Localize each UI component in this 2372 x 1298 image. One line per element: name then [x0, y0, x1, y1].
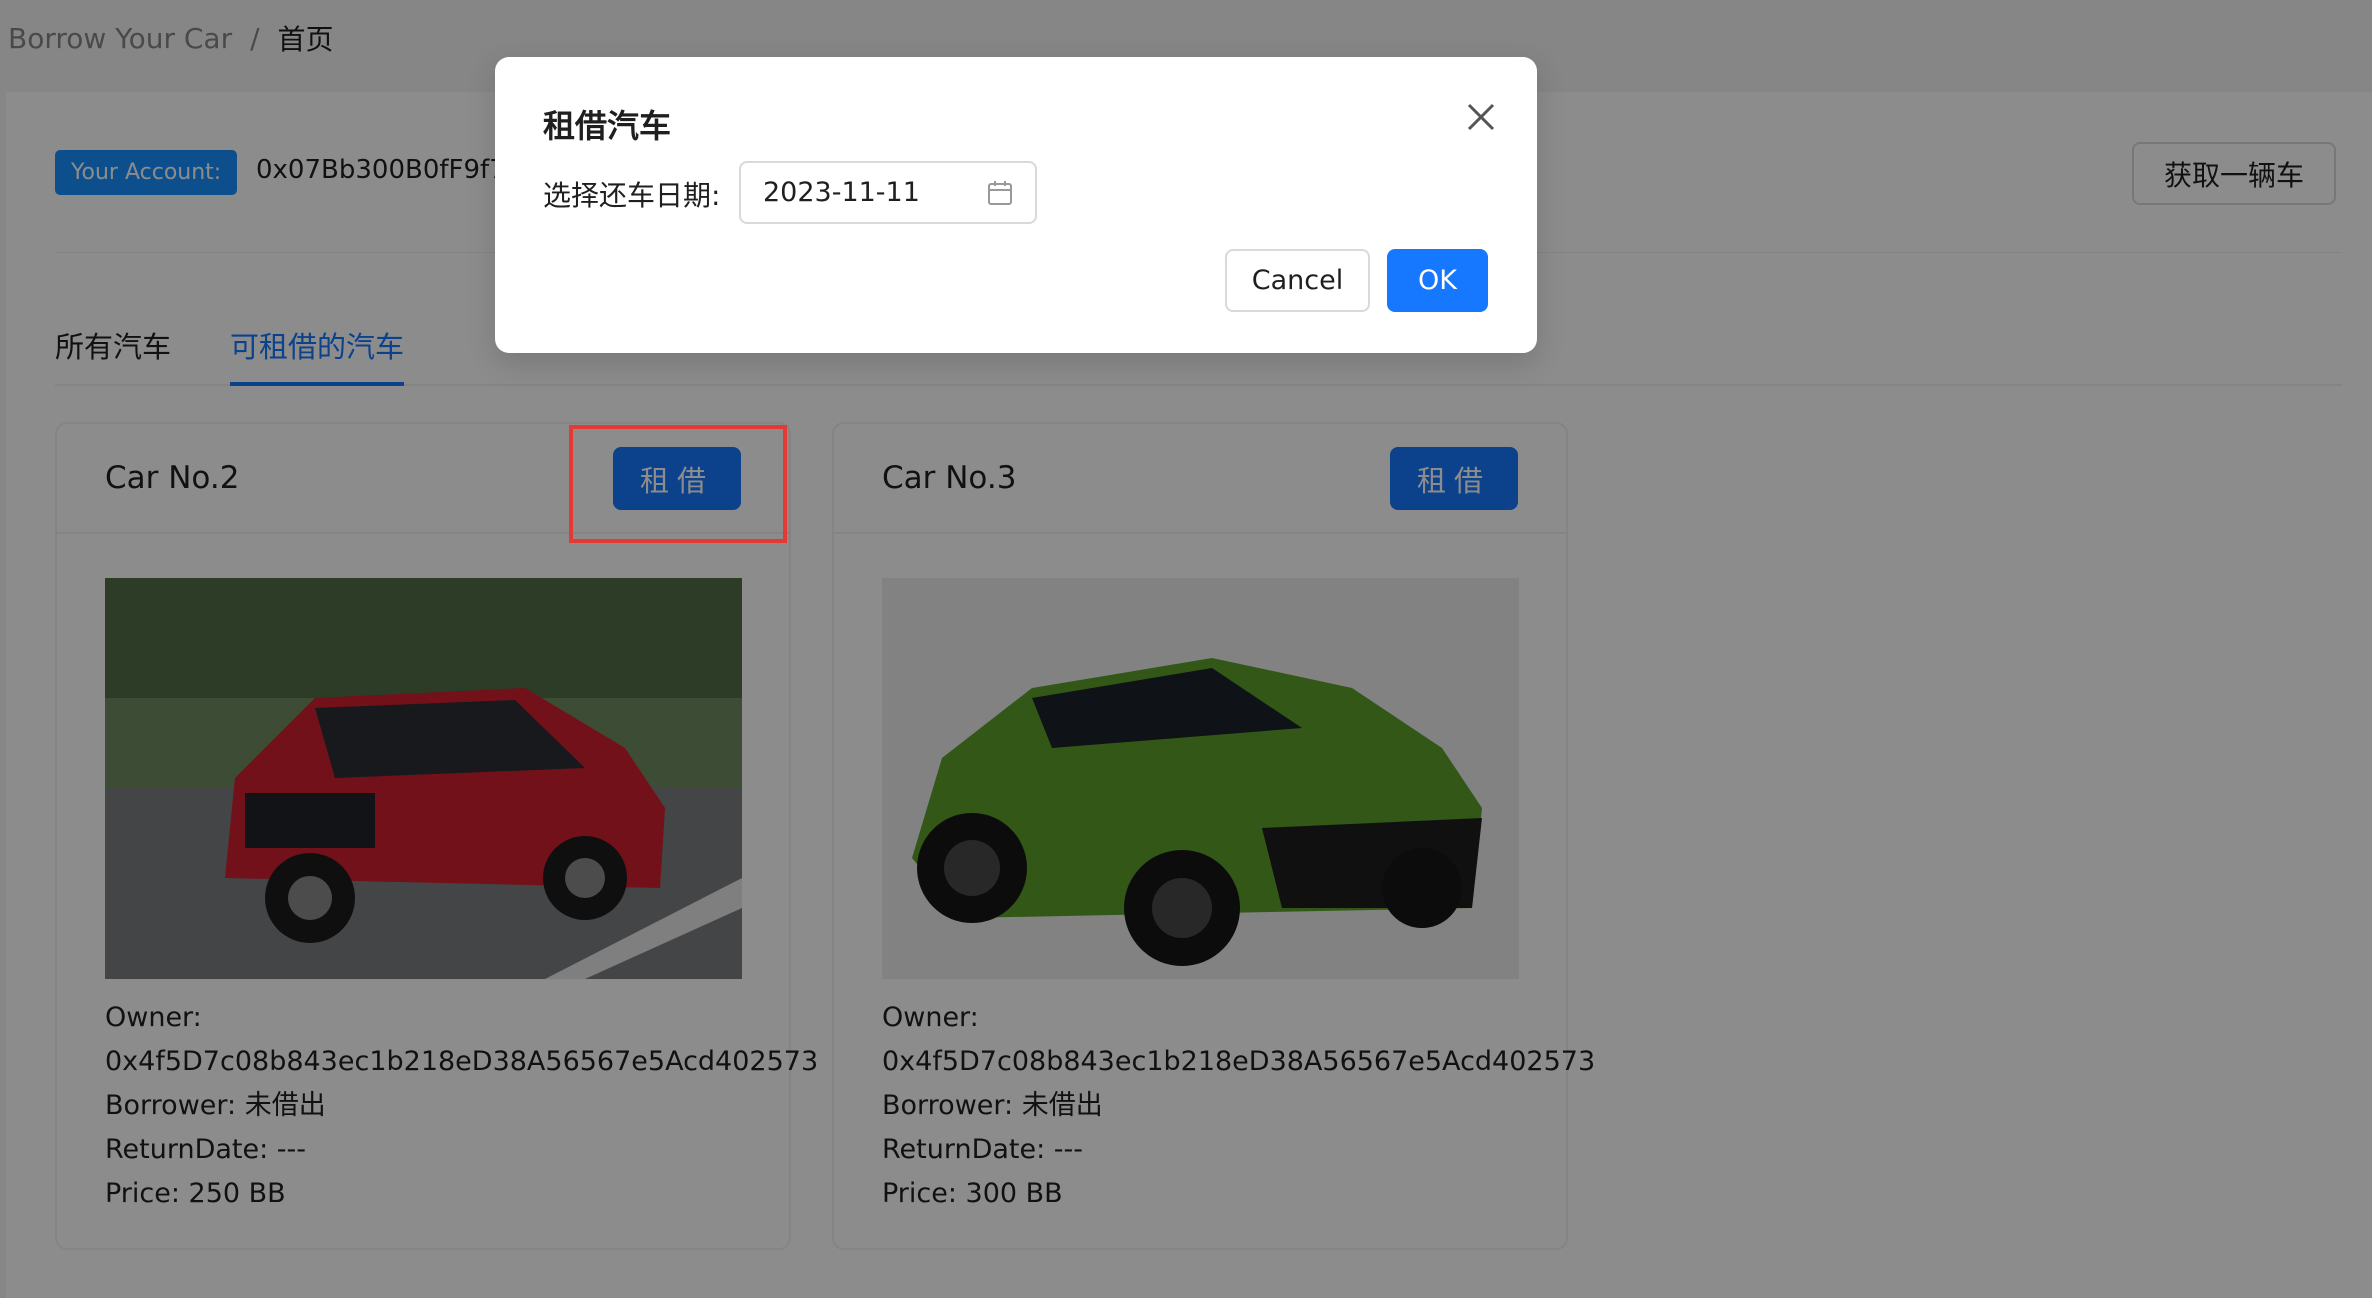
close-icon[interactable] — [1463, 99, 1499, 135]
modal-title: 租借汽车 — [543, 107, 672, 145]
rent-modal: 租借汽车 选择还车日期: 2023-11-11 Cancel OK — [495, 57, 1537, 353]
ok-button[interactable]: OK — [1387, 249, 1488, 312]
highlight-box — [569, 425, 787, 543]
cancel-button[interactable]: Cancel — [1225, 249, 1370, 312]
date-value: 2023-11-11 — [763, 177, 920, 208]
return-date-picker[interactable]: 2023-11-11 — [739, 161, 1037, 224]
calendar-icon — [987, 180, 1013, 206]
return-date-label: 选择还车日期: — [543, 179, 721, 212]
